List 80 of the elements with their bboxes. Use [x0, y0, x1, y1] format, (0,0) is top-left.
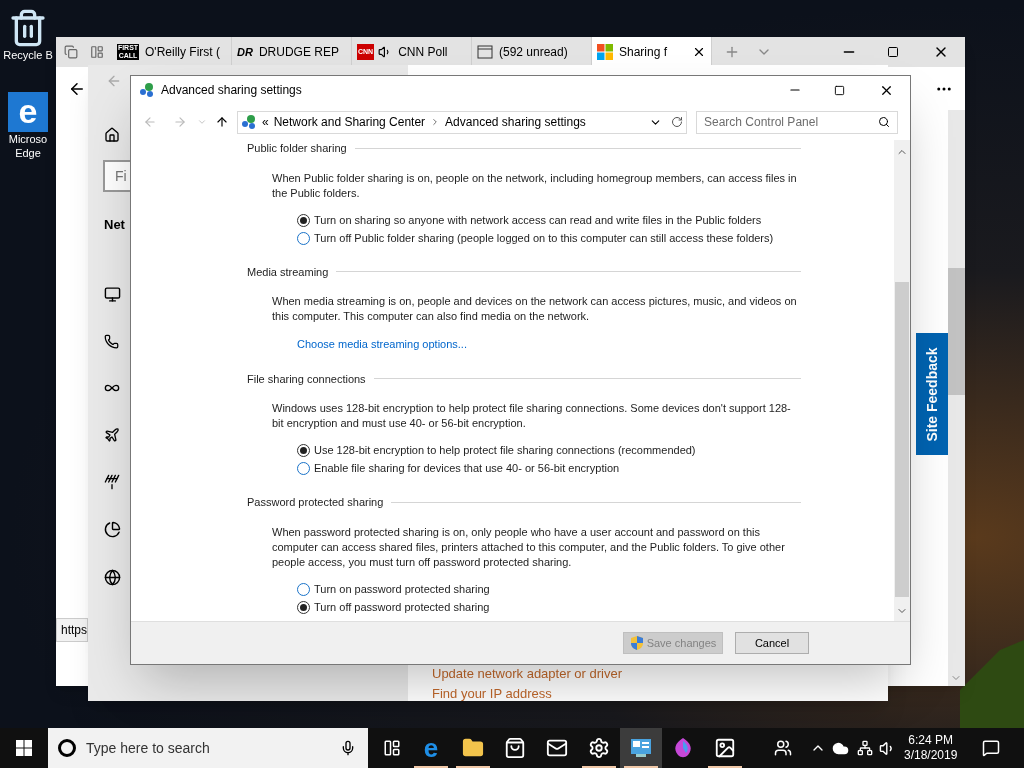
- tab-title: CNN Poll: [398, 44, 448, 61]
- window-title: Advanced sharing settings: [161, 82, 302, 99]
- up-icon[interactable]: [215, 115, 229, 129]
- desktop-icon-label[interactable]: Microso Edge: [5, 132, 51, 160]
- breadcrumb-prefix: «: [262, 114, 269, 131]
- cortana-icon: [58, 739, 76, 757]
- tab-title: Sharing f: [619, 44, 668, 61]
- control-panel-icon: [630, 738, 652, 758]
- tab-title: DRUDGE REP: [258, 44, 339, 61]
- edge-icon: e: [8, 92, 48, 132]
- network-icon: [241, 114, 257, 130]
- windows-logo[interactable]: [16, 740, 32, 756]
- site-feedback-button[interactable]: Site Feedback: [916, 333, 948, 455]
- radio-label[interactable]: Turn on password protected sharing: [314, 581, 490, 597]
- tab-title: (592 unread): [499, 44, 568, 61]
- radio-label[interactable]: Enable file sharing for devices that use 40- or 56-bit encryption: [314, 461, 620, 476]
- edge-icon: e: [423, 735, 439, 761]
- drudge-logo: DR: [237, 44, 253, 60]
- section-description: When media streaming is on, people and devices on the network can access pictures, music, and videos on this computer. This computer can also find media on the network.: [272, 294, 798, 324]
- phone-icon[interactable]: [104, 333, 119, 349]
- refresh-icon[interactable]: [671, 116, 683, 128]
- globe-icon[interactable]: [104, 568, 121, 586]
- close-icon[interactable]: [692, 45, 706, 59]
- maximize-icon[interactable]: [834, 84, 845, 96]
- section-description: When password protected sharing is on, only people who have a user account and password on this computer can access shared files, printers attached to this computer, and the Public folders. To give other people access, you must turn off password protected sharing.: [272, 524, 786, 570]
- radio-label[interactable]: Turn off password protected sharing: [314, 599, 490, 615]
- task-view-icon[interactable]: [383, 739, 401, 757]
- breadcrumb-item[interactable]: Network and Sharing Center: [273, 113, 426, 131]
- status-url: https: [56, 618, 88, 642]
- section-heading: Public folder sharing: [247, 141, 347, 156]
- cancel-button[interactable]: Cancel: [735, 632, 809, 654]
- tab-title: O'Reilly First (: [145, 44, 220, 61]
- section-heading: Media streaming: [247, 264, 329, 280]
- search-field[interactable]: Search Control Panel: [696, 110, 898, 134]
- network-icon: [139, 82, 155, 98]
- section-description: When Public folder sharing is on, people on the network, including homegroup members, can access files in the Public folders.: [272, 170, 798, 201]
- search-field[interactable]: Type here to search: [48, 728, 368, 768]
- taskbar-app[interactable]: e: [410, 728, 452, 768]
- radio-label[interactable]: Turn on sharing so anyone with network access can read and write files in the Public folders: [314, 212, 762, 228]
- shield-icon: [629, 635, 644, 651]
- bag-icon: [504, 737, 526, 759]
- scroll-thumb[interactable]: [895, 282, 909, 597]
- scroll-thumb[interactable]: [948, 268, 965, 395]
- clock-date[interactable]: 3/18/2019: [904, 748, 958, 763]
- microphone-icon[interactable]: [340, 740, 356, 756]
- nav-heading: Net: [104, 216, 125, 234]
- tabs-icon[interactable]: [64, 45, 78, 59]
- search-icon[interactable]: [878, 116, 890, 128]
- image-icon: [714, 737, 736, 759]
- section-heading: Password protected sharing: [247, 495, 384, 510]
- home-icon[interactable]: [104, 127, 120, 143]
- four-squares-logo: [597, 44, 613, 60]
- section-description: Windows uses 128-bit encryption to help protect file sharing connections. Some devices don't support 128-bit encryption and must use 40- or 56-bit encryption.: [272, 401, 792, 431]
- notifications-icon[interactable]: [982, 739, 1000, 757]
- window-icon: [477, 45, 493, 59]
- clock-time[interactable]: 6:24 PM: [908, 733, 954, 748]
- maximize-icon[interactable]: [887, 46, 899, 58]
- settings-icon: [588, 737, 610, 759]
- people-icon[interactable]: [774, 739, 792, 757]
- settings-link[interactable]: Find your IP address: [432, 687, 888, 701]
- mail-icon: [546, 737, 568, 759]
- desktop-icon-label[interactable]: Recycle B: [3, 48, 53, 62]
- scrollbar[interactable]: [894, 140, 910, 621]
- monitor-icon[interactable]: [104, 285, 121, 303]
- settings-link[interactable]: Update network adapter or driver: [432, 667, 888, 681]
- taskbar-app[interactable]: [620, 728, 662, 768]
- scrollbar[interactable]: [948, 110, 965, 686]
- pie-chart-icon[interactable]: [104, 520, 121, 538]
- tab-aside-icon[interactable]: [90, 45, 104, 59]
- network-icon[interactable]: [857, 740, 873, 756]
- radio-label[interactable]: Use 128-bit encryption to help protect file sharing connections (recommended): [314, 443, 696, 458]
- droplet-icon: [673, 737, 693, 759]
- plane-icon[interactable]: [104, 426, 120, 443]
- address-bar[interactable]: « Network and Sharing Center Advanced sharing settings: [237, 110, 687, 134]
- folder-icon: [462, 737, 484, 759]
- options-link[interactable]: Choose media streaming options...: [297, 336, 467, 353]
- breadcrumb-item[interactable]: Advanced sharing settings: [445, 113, 586, 131]
- section-heading: File sharing connections: [247, 371, 366, 387]
- browser-tab[interactable]: Sharing f: [592, 37, 712, 67]
- radio-label[interactable]: Turn off Public folder sharing (people logged on to this computer can still access these folders): [314, 230, 774, 246]
